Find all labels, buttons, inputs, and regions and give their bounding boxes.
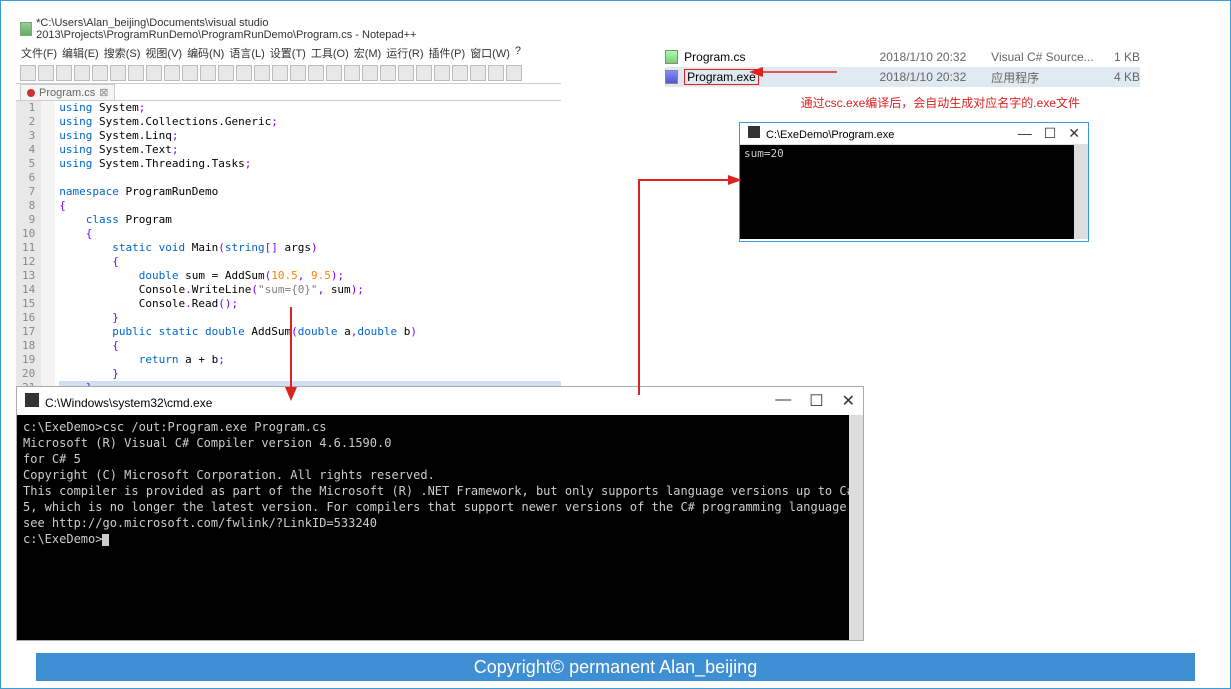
toolbar-button[interactable]: [398, 65, 414, 81]
maximize-button[interactable]: ☐: [1044, 125, 1057, 142]
file-row[interactable]: Program.cs2018/1/10 20:32Visual C# Sourc…: [665, 47, 1140, 67]
toolbar-button[interactable]: [110, 65, 126, 81]
cmd-text: c:\ExeDemo>csc /out:Program.exe Program.…: [23, 419, 857, 547]
menu-item[interactable]: 视图(V): [144, 45, 183, 61]
arrow-right-up-icon: [634, 175, 744, 400]
tab-label: Program.cs: [39, 87, 95, 99]
console-titlebar: C:\ExeDemo\Program.exe — ☐ ✕: [740, 123, 1088, 145]
console-title: C:\ExeDemo\Program.exe: [766, 129, 894, 141]
toolbar-button[interactable]: [308, 65, 324, 81]
cmd-title: C:\Windows\system32\cmd.exe: [45, 396, 212, 410]
toolbar-button[interactable]: [74, 65, 90, 81]
code-editor[interactable]: 123456789101112131415161718192021 using …: [16, 100, 561, 395]
toolbar-button[interactable]: [416, 65, 432, 81]
npp-title-text: *C:\Users\Alan_beijing\Documents\visual …: [36, 17, 557, 41]
toolbar-button[interactable]: [164, 65, 180, 81]
toolbar-button[interactable]: [128, 65, 144, 81]
code-area[interactable]: using System;using System.Collections.Ge…: [55, 101, 561, 395]
fold-column: [41, 101, 55, 395]
file-type: 应用程序: [991, 69, 1103, 86]
menu-item[interactable]: 编码(N): [186, 45, 225, 61]
toolbar-button[interactable]: [236, 65, 252, 81]
modified-dot-icon: [27, 89, 35, 97]
toolbar-button[interactable]: [326, 65, 342, 81]
toolbar-button[interactable]: [272, 65, 288, 81]
npp-toolbar: [16, 63, 561, 84]
menu-item[interactable]: 语言(L): [228, 45, 265, 61]
cmd-icon: [25, 393, 39, 407]
file-size: 1 KB: [1103, 50, 1140, 64]
minimize-button[interactable]: —: [775, 391, 791, 411]
console-output: sum=20: [740, 145, 1088, 239]
notepadpp-window: *C:\Users\Alan_beijing\Documents\visual …: [16, 15, 561, 307]
menu-item[interactable]: 搜索(S): [103, 45, 142, 61]
file-type: Visual C# Source...: [991, 50, 1103, 64]
output-text: sum=20: [744, 147, 784, 160]
document-icon: [20, 22, 32, 36]
scrollbar[interactable]: [849, 415, 863, 640]
menu-item[interactable]: 工具(O): [310, 45, 350, 61]
close-button[interactable]: ✕: [1068, 125, 1080, 142]
toolbar-button[interactable]: [182, 65, 198, 81]
copyright-footer: Copyright© permanent Alan_beijing: [36, 653, 1195, 681]
toolbar-button[interactable]: [362, 65, 378, 81]
file-size: 4 KB: [1103, 70, 1140, 84]
file-date: 2018/1/10 20:32: [880, 70, 992, 84]
toolbar-button[interactable]: [38, 65, 54, 81]
file-date: 2018/1/10 20:32: [880, 50, 992, 64]
minimize-button[interactable]: —: [1018, 125, 1032, 142]
line-gutter: 123456789101112131415161718192021: [16, 101, 41, 395]
npp-tab[interactable]: Program.cs ⊠: [20, 84, 115, 100]
file-name: Program.cs: [684, 50, 879, 64]
cursor-icon: [102, 534, 109, 546]
scrollbar[interactable]: [1074, 145, 1088, 239]
tab-close-icon[interactable]: ⊠: [99, 86, 108, 99]
toolbar-button[interactable]: [344, 65, 360, 81]
toolbar-button[interactable]: [92, 65, 108, 81]
file-row[interactable]: Program.exe2018/1/10 20:32应用程序4 KB: [665, 67, 1140, 87]
close-button[interactable]: ✕: [842, 391, 855, 411]
file-explorer-list: Program.cs2018/1/10 20:32Visual C# Sourc…: [665, 47, 1140, 87]
file-name: Program.exe: [684, 70, 879, 84]
npp-title: *C:\Users\Alan_beijing\Documents\visual …: [16, 15, 561, 43]
menu-item[interactable]: ?: [514, 45, 522, 61]
toolbar-button[interactable]: [380, 65, 396, 81]
toolbar-button[interactable]: [452, 65, 468, 81]
menu-item[interactable]: 插件(P): [428, 45, 467, 61]
exe-icon: [748, 126, 760, 138]
toolbar-button[interactable]: [200, 65, 216, 81]
maximize-button[interactable]: ☐: [809, 391, 823, 411]
toolbar-button[interactable]: [506, 65, 522, 81]
toolbar-button[interactable]: [290, 65, 306, 81]
toolbar-button[interactable]: [218, 65, 234, 81]
toolbar-button[interactable]: [434, 65, 450, 81]
toolbar-button[interactable]: [146, 65, 162, 81]
menu-item[interactable]: 编辑(E): [61, 45, 100, 61]
file-icon: [665, 50, 678, 64]
cmd-titlebar: C:\Windows\system32\cmd.exe — ☐ ✕: [17, 387, 863, 415]
cmd-output[interactable]: c:\ExeDemo>csc /out:Program.exe Program.…: [17, 415, 863, 640]
menu-item[interactable]: 窗口(W): [469, 45, 511, 61]
program-output-console: C:\ExeDemo\Program.exe — ☐ ✕ sum=20: [739, 122, 1089, 242]
menu-item[interactable]: 运行(R): [385, 45, 424, 61]
toolbar-button[interactable]: [254, 65, 270, 81]
file-icon: [665, 70, 678, 84]
toolbar-button[interactable]: [20, 65, 36, 81]
toolbar-button[interactable]: [470, 65, 486, 81]
menu-item[interactable]: 文件(F): [20, 45, 58, 61]
menu-item[interactable]: 宏(M): [353, 45, 383, 61]
menu-item[interactable]: 设置(T): [269, 45, 307, 61]
toolbar-button[interactable]: [56, 65, 72, 81]
toolbar-button[interactable]: [488, 65, 504, 81]
npp-menubar: 文件(F)编辑(E)搜索(S)视图(V)编码(N)语言(L)设置(T)工具(O)…: [16, 43, 561, 63]
annotation-text: 通过csc.exe编译后，会自动生成对应名字的.exe文件: [801, 94, 1080, 111]
cmd-window: C:\Windows\system32\cmd.exe — ☐ ✕ c:\Exe…: [16, 386, 864, 641]
